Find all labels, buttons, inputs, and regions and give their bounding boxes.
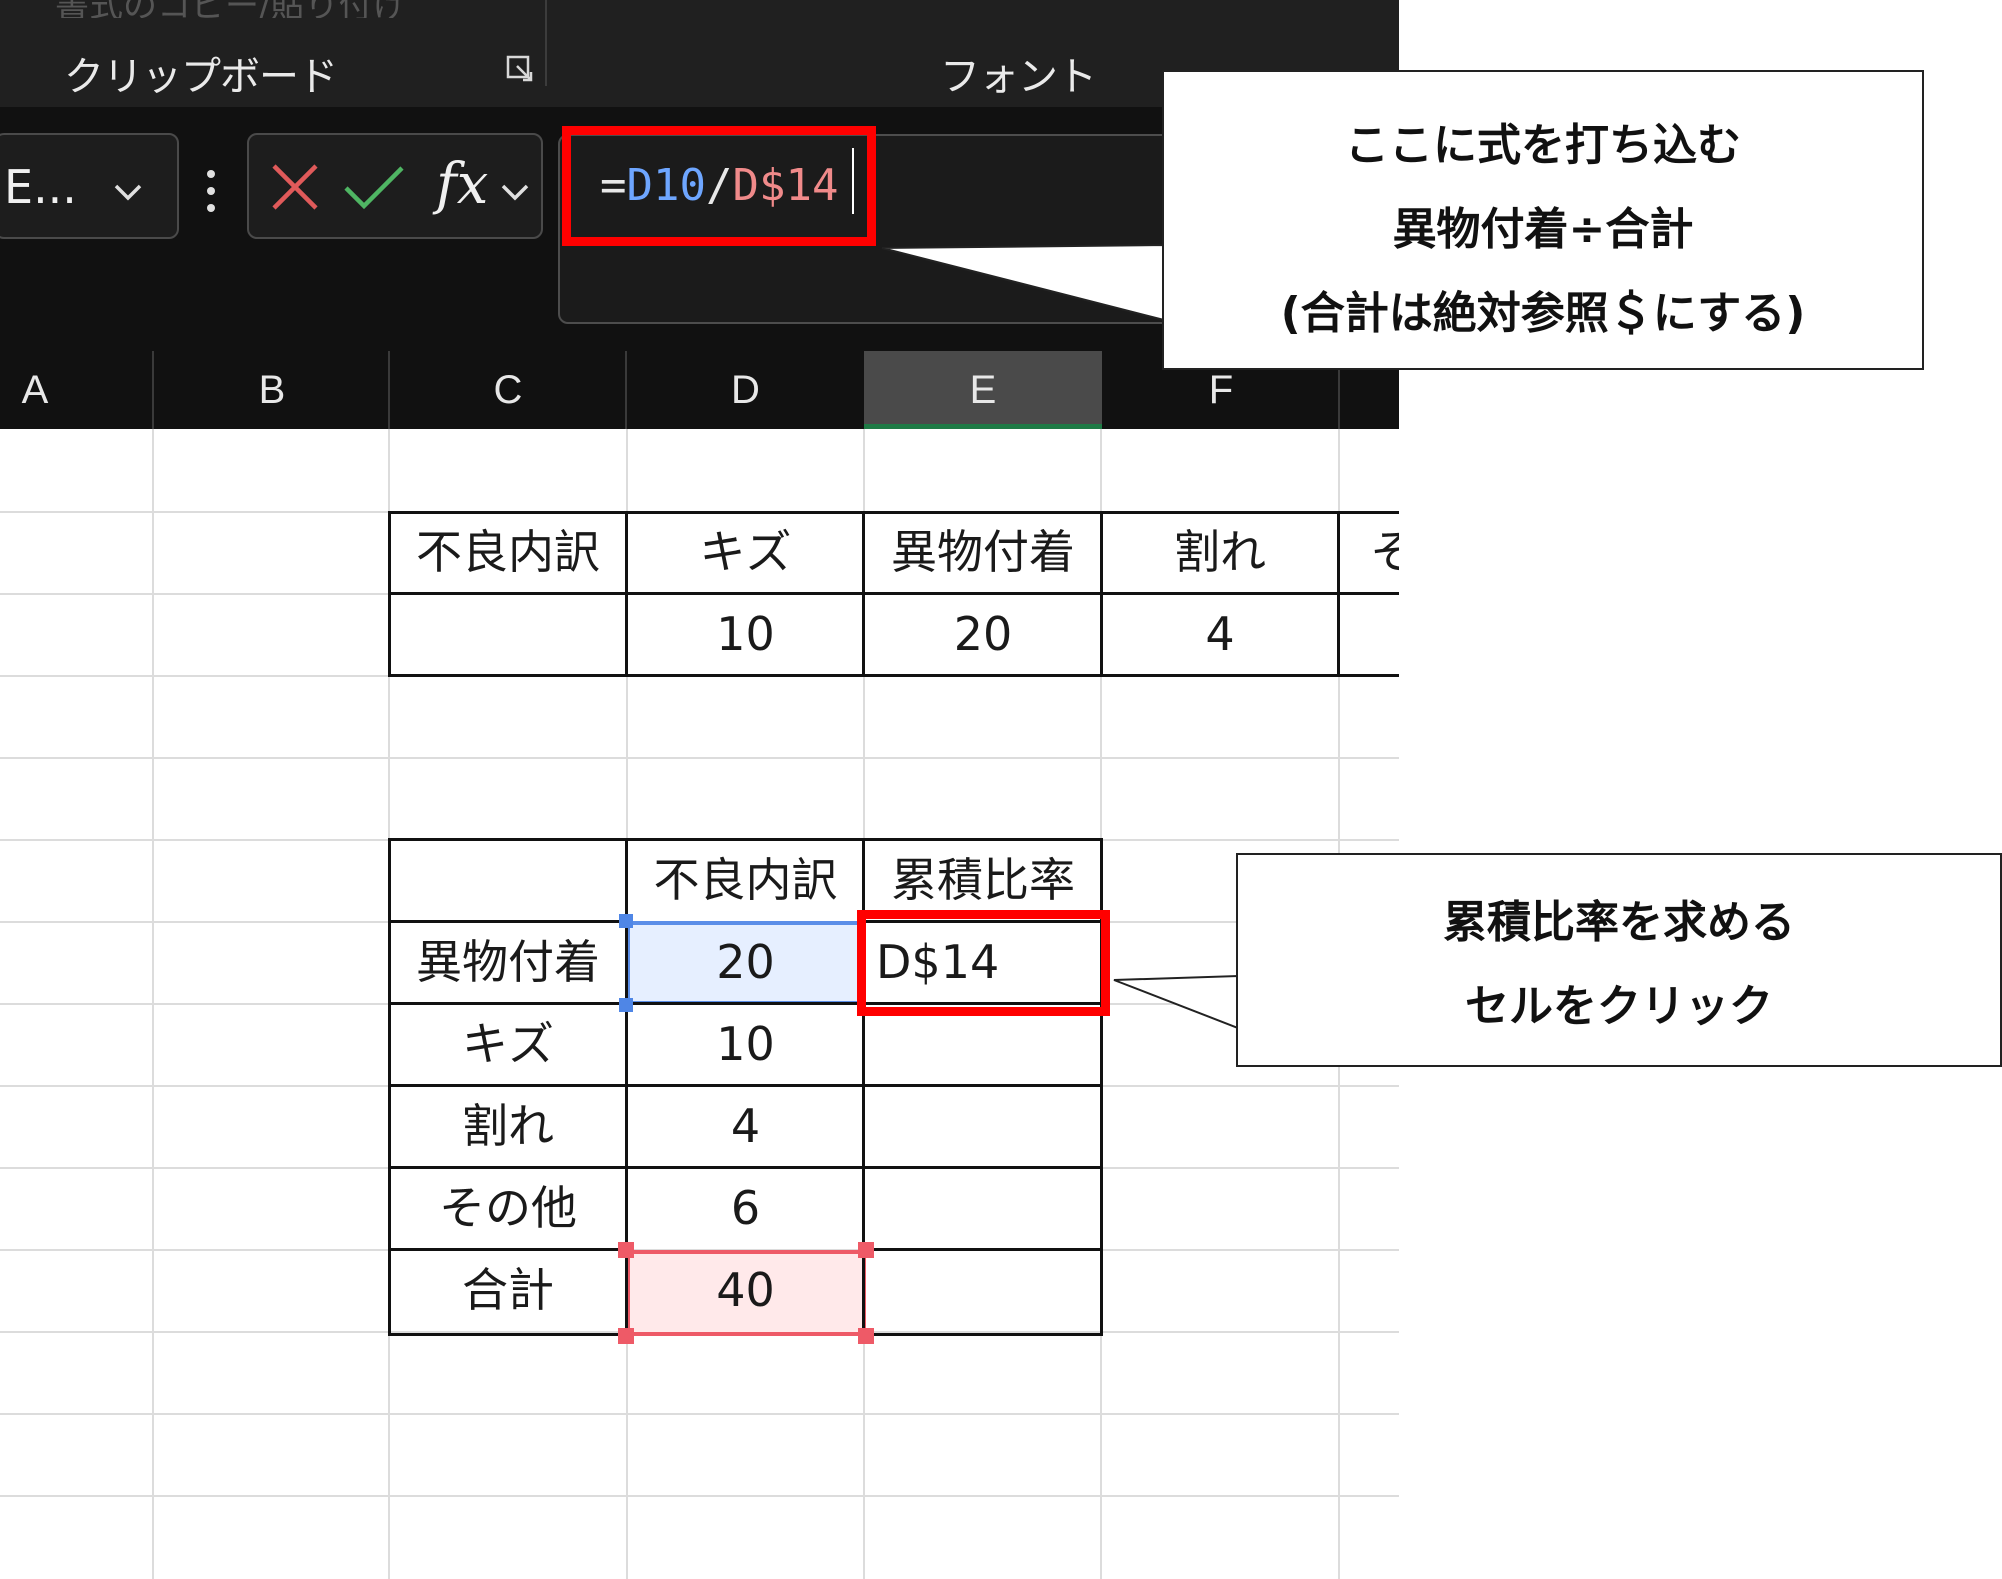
callout-formula: ここに式を打ち込む 異物付着÷合計 (合計は絶対参照＄にする)	[1162, 70, 1924, 370]
chevron-down-icon[interactable]	[108, 172, 148, 212]
column-header-e[interactable]: E	[864, 351, 1102, 429]
table-border	[388, 1333, 628, 1336]
callout-line: セルをクリック	[1465, 981, 1773, 1032]
more-options-icon[interactable]	[204, 166, 218, 216]
table-cell[interactable]: 4	[1101, 593, 1339, 675]
table-cell[interactable]: 40	[627, 1249, 864, 1331]
callout-cell: 累積比率を求める セルをクリック	[1236, 853, 2002, 1067]
callout-line: ここに式を打ち込む	[1345, 120, 1741, 171]
table-border	[864, 1333, 1102, 1336]
column-header-b[interactable]: B	[154, 351, 390, 429]
table-border	[388, 838, 391, 1336]
chevron-down-icon[interactable]	[497, 172, 533, 212]
range-handle[interactable]	[858, 1242, 874, 1258]
enter-check-icon[interactable]	[342, 160, 406, 214]
table-border	[388, 1166, 1102, 1169]
row-label-cell[interactable]: 合計	[390, 1249, 626, 1331]
group-label-font: フォント	[940, 54, 1097, 100]
table-cell[interactable]: 4	[627, 1085, 864, 1167]
table-border	[388, 838, 1102, 841]
callout-line: 累積比率を求める	[1443, 897, 1795, 948]
callout-line: (合計は絶対参照＄にする)	[1280, 288, 1806, 339]
table-border	[388, 1084, 1102, 1087]
column-header-c[interactable]: C	[390, 351, 626, 429]
table-border	[388, 674, 1399, 677]
range-handle[interactable]	[619, 998, 633, 1012]
table-border	[388, 511, 391, 677]
table-border	[388, 511, 1399, 514]
table-cell[interactable]	[1340, 593, 1399, 675]
ribbon-separator	[545, 0, 547, 86]
table-cell[interactable]: 6	[627, 1167, 864, 1249]
range-handle[interactable]	[858, 1328, 874, 1344]
range-handle[interactable]	[618, 1242, 634, 1258]
insert-function-icon[interactable]: fx	[436, 152, 488, 217]
table-header-cell[interactable]: 不良内訳	[390, 511, 626, 593]
grid-line	[0, 1495, 1399, 1497]
table-border	[388, 592, 1399, 595]
formula-highlight-box	[562, 126, 876, 246]
column-header-d[interactable]: D	[627, 351, 864, 429]
column-separator	[625, 351, 627, 429]
table-border	[1337, 511, 1340, 677]
table-cell[interactable]	[864, 1167, 1102, 1249]
row-label-cell[interactable]: 割れ	[390, 1085, 626, 1167]
dialog-launcher-icon[interactable]	[505, 54, 535, 84]
table-cell[interactable]: 20	[864, 593, 1102, 675]
row-label-cell[interactable]: キズ	[390, 1003, 626, 1085]
table-border	[388, 1002, 628, 1005]
table-header-cell[interactable]: 累積比率	[864, 839, 1102, 921]
row-label-cell[interactable]: 異物付着	[390, 921, 626, 1003]
range-handle[interactable]	[619, 914, 633, 928]
name-box-value: E...	[4, 160, 77, 214]
table-border	[864, 1248, 1102, 1251]
table-border	[1100, 511, 1103, 677]
table-border	[625, 838, 628, 1336]
cancel-icon[interactable]	[268, 160, 322, 214]
table-border	[625, 511, 628, 677]
table-border	[388, 1248, 628, 1251]
callout-line: 異物付着÷合計	[1392, 204, 1694, 255]
column-separator	[388, 351, 390, 429]
group-label-clipboard: クリップボード	[64, 54, 338, 100]
callout-pointer	[1113, 974, 1240, 1030]
range-handle[interactable]	[618, 1328, 634, 1344]
table-header-cell[interactable]: そ	[1340, 511, 1399, 593]
table-header-cell[interactable]: 割れ	[1101, 511, 1339, 593]
table-cell[interactable]	[864, 1085, 1102, 1167]
grid-line	[0, 1413, 1399, 1415]
row-label-cell[interactable]: その他	[390, 1167, 626, 1249]
table-header-cell[interactable]: キズ	[627, 511, 864, 593]
table-border	[862, 511, 865, 677]
format-painter-label[interactable]: 書式のコピー/貼り付け	[55, 0, 515, 18]
table-header-cell[interactable]: 不良内訳	[627, 839, 864, 921]
table-cell[interactable]: 10	[627, 1003, 864, 1085]
table-border	[388, 920, 628, 923]
target-cell-highlight-box	[857, 910, 1110, 1016]
table-cell[interactable]: 20	[627, 921, 864, 1003]
table-header-cell[interactable]: 異物付着	[864, 511, 1102, 593]
column-header-a[interactable]: A	[0, 351, 70, 429]
table-cell[interactable]: 10	[627, 593, 864, 675]
callout-pointer	[881, 243, 1166, 322]
table-cell[interactable]	[390, 593, 626, 675]
table-cell[interactable]	[864, 1249, 1102, 1331]
column-separator	[152, 351, 154, 429]
grid-line	[0, 757, 1399, 759]
